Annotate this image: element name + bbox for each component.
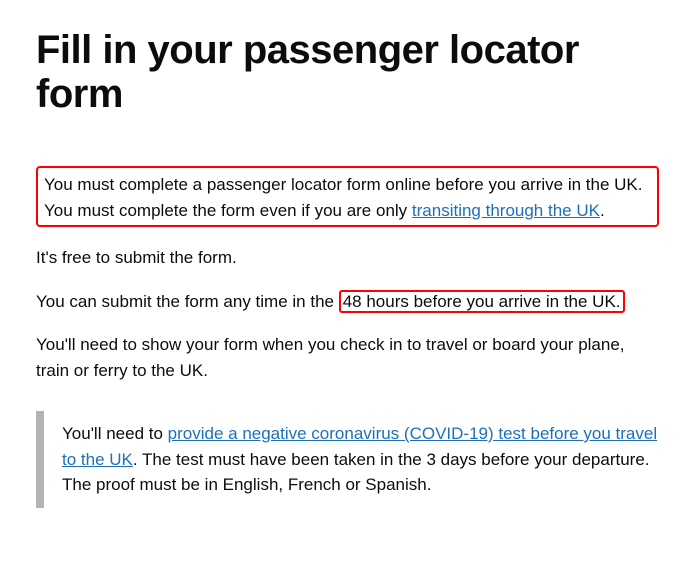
- inset-text-after: . The test must have been taken in the 3…: [62, 450, 650, 495]
- inset-text: You'll need to provide a negative corona…: [36, 411, 659, 508]
- highlight-inline: 48 hours before you arrive in the UK.: [339, 290, 625, 313]
- inset-text-before: You'll need to: [62, 424, 168, 443]
- paragraph-2: It's free to submit the form.: [36, 245, 659, 271]
- transiting-link[interactable]: transiting through the UK: [412, 201, 600, 220]
- para3-text-before: You can submit the form any time in the: [36, 292, 339, 311]
- inset-paragraph: You'll need to provide a negative corona…: [62, 421, 659, 498]
- paragraph-4: You'll need to show your form when you c…: [36, 332, 659, 383]
- paragraph-3: You can submit the form any time in the …: [36, 289, 659, 315]
- page-heading: Fill in your passenger locator form: [36, 28, 659, 116]
- highlight-box-1: You must complete a passenger locator fo…: [36, 166, 659, 227]
- paragraph-1: You must complete a passenger locator fo…: [44, 172, 651, 223]
- para1-text-after: .: [600, 201, 605, 220]
